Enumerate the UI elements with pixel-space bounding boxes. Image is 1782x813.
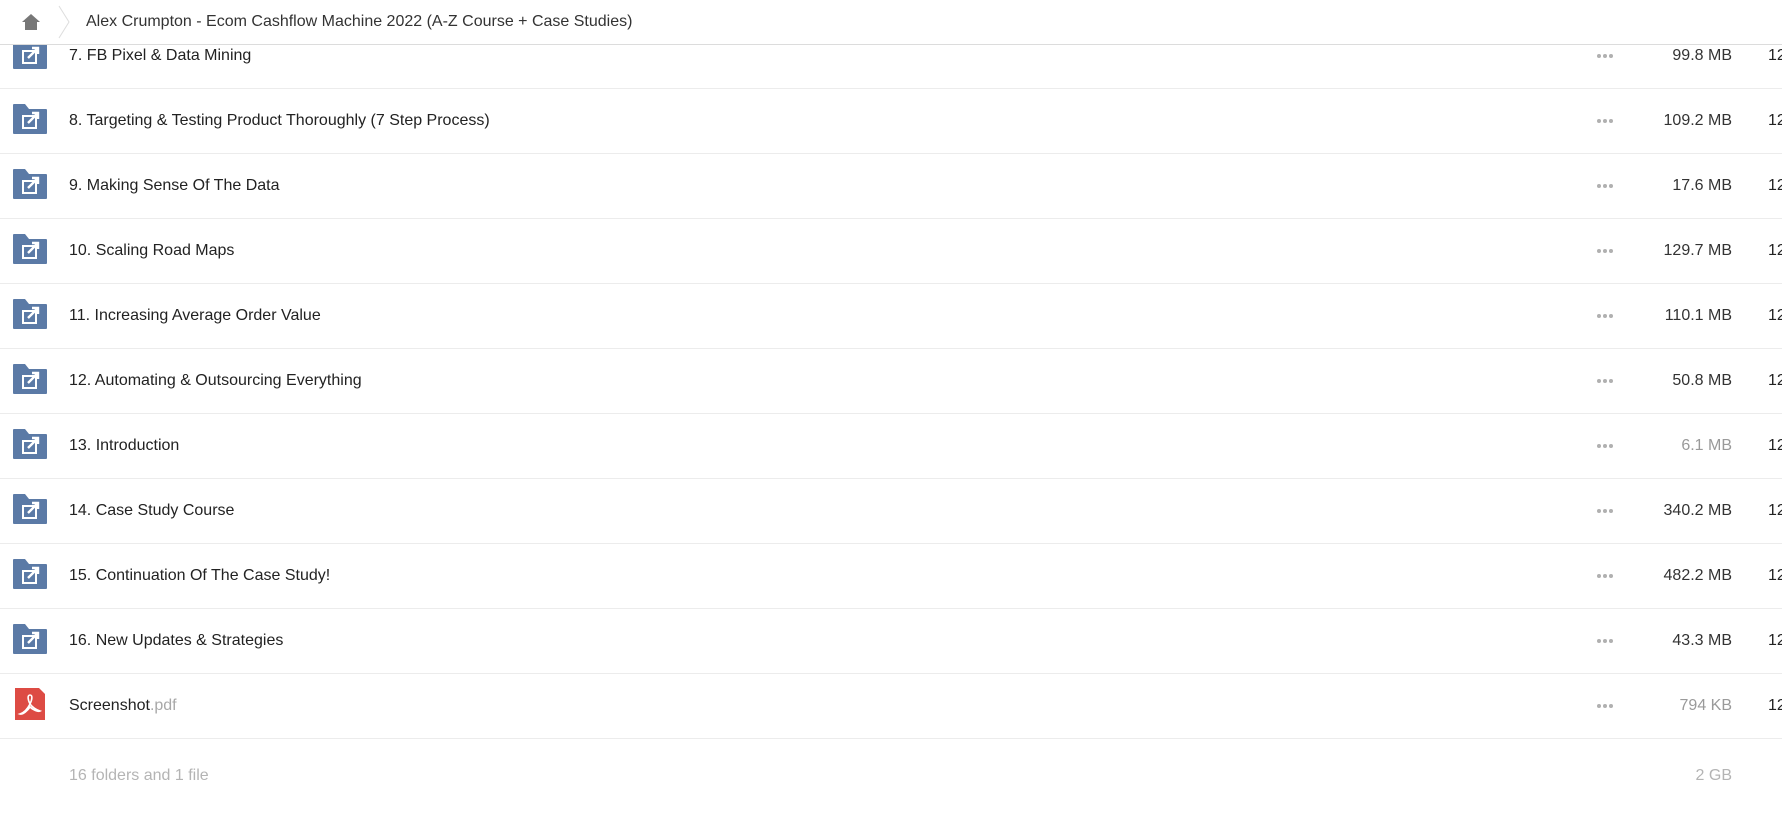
file-list: 7. FB Pixel & Data Mining 99.8 MB 12 8. …: [0, 24, 1782, 813]
file-modified-date: 12: [1768, 112, 1782, 129]
file-basename: 9. Making Sense Of The Data: [69, 177, 280, 194]
item-count-summary: 16 folders and 1 file: [69, 767, 209, 784]
total-size: 2 GB: [1695, 767, 1732, 784]
file-basename: 12. Automating & Outsourcing Everything: [69, 372, 362, 389]
dot: [1597, 119, 1601, 123]
dot: [1603, 444, 1607, 448]
file-size: 99.8 MB: [1672, 47, 1732, 64]
dot: [1597, 574, 1601, 578]
file-basename: 10. Scaling Road Maps: [69, 242, 235, 259]
pdf-file-icon: [12, 688, 48, 720]
file-basename: 16. New Updates & Strategies: [69, 632, 284, 649]
shared-folder-icon: [12, 233, 48, 265]
file-name[interactable]: 13. Introduction: [69, 437, 179, 455]
file-row[interactable]: 8. Targeting & Testing Product Thoroughl…: [0, 89, 1782, 154]
shared-folder-icon: [12, 298, 48, 330]
shared-folder-icon: [12, 168, 48, 200]
dot: [1603, 314, 1607, 318]
file-modified-date: 12: [1768, 307, 1782, 324]
file-size: 109.2 MB: [1663, 112, 1732, 129]
home-icon: [22, 14, 40, 30]
dot: [1603, 379, 1607, 383]
file-size: 482.2 MB: [1663, 567, 1732, 584]
file-size: 17.6 MB: [1672, 177, 1732, 194]
shared-folder-icon: [12, 493, 48, 525]
file-modified-date: 12: [1768, 567, 1782, 584]
file-row[interactable]: Screenshot.pdf 794 KB 12: [0, 674, 1782, 739]
file-extension: .pdf: [149, 697, 177, 714]
file-size: 6.1 MB: [1681, 437, 1732, 454]
file-modified-date: 12: [1768, 632, 1782, 649]
dot: [1597, 249, 1601, 253]
file-row[interactable]: 10. Scaling Road Maps 129.7 MB 12: [0, 219, 1782, 284]
file-modified-date: 12: [1768, 697, 1782, 714]
file-size: 340.2 MB: [1663, 502, 1732, 519]
dot: [1597, 704, 1601, 708]
file-basename: Screenshot: [69, 697, 150, 714]
dot: [1597, 379, 1601, 383]
dot: [1603, 509, 1607, 513]
file-row[interactable]: 15. Continuation Of The Case Study! 482.…: [0, 544, 1782, 609]
file-size: 43.3 MB: [1672, 632, 1732, 649]
file-name[interactable]: 16. New Updates & Strategies: [69, 632, 283, 650]
file-modified-date: 12: [1768, 177, 1782, 194]
file-basename: 8. Targeting & Testing Product Thoroughl…: [69, 112, 490, 129]
shared-folder-icon: [12, 558, 48, 590]
dot: [1597, 639, 1601, 643]
shared-folder-icon: [12, 623, 48, 655]
file-size: 50.8 MB: [1672, 372, 1732, 389]
file-basename: 7. FB Pixel & Data Mining: [69, 47, 252, 64]
breadcrumb-separator-icon: [58, 5, 70, 39]
file-size: 794 KB: [1679, 697, 1732, 714]
dot: [1597, 184, 1601, 188]
file-name[interactable]: 15. Continuation Of The Case Study!: [69, 567, 330, 585]
breadcrumb-current-folder[interactable]: Alex Crumpton - Ecom Cashflow Machine 20…: [86, 13, 632, 31]
file-name[interactable]: Screenshot.pdf: [69, 697, 177, 715]
file-row[interactable]: 14. Case Study Course 340.2 MB 12: [0, 479, 1782, 544]
file-row[interactable]: 12. Automating & Outsourcing Everything …: [0, 349, 1782, 414]
file-name[interactable]: 7. FB Pixel & Data Mining: [69, 47, 251, 65]
dot: [1597, 54, 1601, 58]
file-basename: 15. Continuation Of The Case Study!: [69, 567, 331, 584]
file-name[interactable]: 14. Case Study Course: [69, 502, 234, 520]
dot: [1603, 704, 1607, 708]
file-name[interactable]: 12. Automating & Outsourcing Everything: [69, 372, 362, 390]
dot: [1603, 119, 1607, 123]
file-modified-date: 12: [1768, 437, 1782, 454]
file-row[interactable]: 13. Introduction 6.1 MB 12: [0, 414, 1782, 479]
file-row[interactable]: 11. Increasing Average Order Value 110.1…: [0, 284, 1782, 349]
dot: [1603, 574, 1607, 578]
dot: [1603, 184, 1607, 188]
file-name[interactable]: 11. Increasing Average Order Value: [69, 307, 321, 325]
file-name[interactable]: 9. Making Sense Of The Data: [69, 177, 279, 195]
file-modified-date: 12: [1768, 502, 1782, 519]
file-modified-date: 12: [1768, 242, 1782, 259]
list-summary-footer: 16 folders and 1 file 2 GB: [0, 739, 1782, 813]
file-modified-date: 12: [1768, 47, 1782, 64]
file-size: 129.7 MB: [1663, 242, 1732, 259]
file-basename: 11. Increasing Average Order Value: [69, 307, 321, 324]
file-row[interactable]: 16. New Updates & Strategies 43.3 MB 12: [0, 609, 1782, 674]
dot: [1603, 249, 1607, 253]
breadcrumb-bar: Alex Crumpton - Ecom Cashflow Machine 20…: [0, 0, 1782, 45]
dot: [1597, 444, 1601, 448]
file-modified-date: 12: [1768, 372, 1782, 389]
file-name[interactable]: 8. Targeting & Testing Product Thoroughl…: [69, 112, 490, 130]
dot: [1597, 314, 1601, 318]
file-row[interactable]: 9. Making Sense Of The Data 17.6 MB 12: [0, 154, 1782, 219]
home-button[interactable]: [16, 0, 46, 44]
dot: [1597, 509, 1601, 513]
file-basename: 14. Case Study Course: [69, 502, 235, 519]
shared-folder-icon: [12, 103, 48, 135]
file-name[interactable]: 10. Scaling Road Maps: [69, 242, 234, 260]
dot: [1603, 639, 1607, 643]
dot: [1603, 54, 1607, 58]
shared-folder-icon: [12, 363, 48, 395]
file-size: 110.1 MB: [1664, 307, 1732, 324]
shared-folder-icon: [12, 428, 48, 460]
file-basename: 13. Introduction: [69, 437, 180, 454]
